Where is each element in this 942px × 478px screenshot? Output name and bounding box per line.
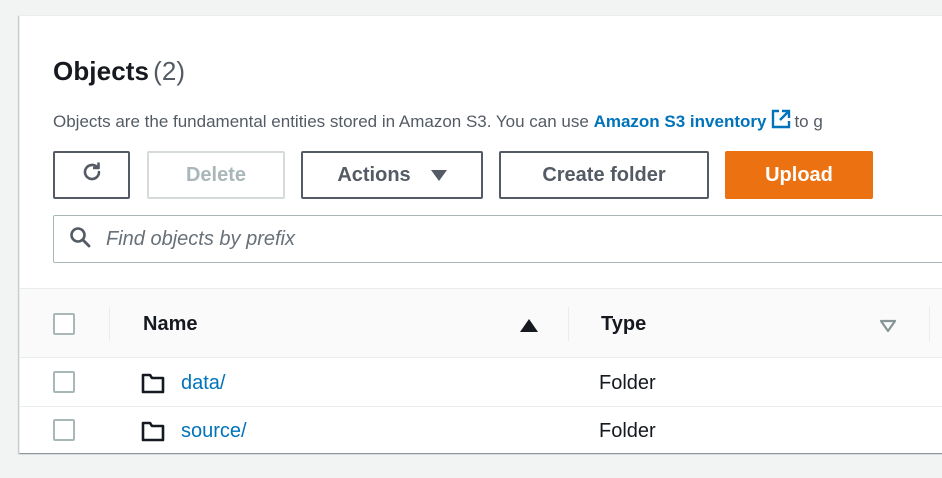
object-name-link[interactable]: source/ xyxy=(181,420,247,443)
search-bar xyxy=(53,215,942,263)
refresh-icon xyxy=(80,160,104,190)
objects-description: Objects are the fundamental entities sto… xyxy=(53,108,823,135)
sort-descending-icon[interactable] xyxy=(879,319,897,333)
objects-title: Objects xyxy=(53,56,150,86)
create-folder-button[interactable]: Create folder xyxy=(499,151,709,199)
object-name-link[interactable]: data/ xyxy=(181,372,225,395)
objects-count: (2) xyxy=(153,56,186,86)
upload-button[interactable]: Upload xyxy=(725,151,873,199)
sort-ascending-icon[interactable] xyxy=(520,319,538,332)
column-divider xyxy=(109,307,110,341)
column-divider xyxy=(568,307,569,341)
description-text: Objects are the fundamental entities sto… xyxy=(53,112,594,131)
s3-inventory-link[interactable]: Amazon S3 inventory xyxy=(594,112,767,131)
refresh-button[interactable] xyxy=(53,151,130,199)
row-checkbox[interactable] xyxy=(53,371,75,393)
column-header-name[interactable]: Name xyxy=(143,313,197,336)
table-header: Name Type xyxy=(20,288,942,358)
external-link-icon[interactable] xyxy=(770,108,792,135)
delete-button[interactable]: Delete xyxy=(147,151,285,199)
description-suffix: to g xyxy=(794,112,823,131)
page-title: Objects (2) xyxy=(53,56,185,87)
table-row: data/ Folder xyxy=(20,359,942,407)
object-type: Folder xyxy=(599,372,656,394)
actions-label: Actions xyxy=(337,163,411,186)
caret-down-icon xyxy=(430,169,447,181)
select-all-checkbox[interactable] xyxy=(53,313,75,335)
object-type: Folder xyxy=(599,420,656,442)
row-checkbox[interactable] xyxy=(53,419,75,441)
column-header-type[interactable]: Type xyxy=(601,313,646,336)
search-icon xyxy=(68,225,92,254)
actions-dropdown-button[interactable]: Actions xyxy=(301,151,483,199)
table-row: source/ Folder xyxy=(20,407,942,453)
folder-icon xyxy=(141,372,165,399)
column-divider xyxy=(929,307,930,341)
folder-icon xyxy=(141,420,165,447)
search-input[interactable] xyxy=(106,227,806,251)
objects-panel: Objects (2) Objects are the fundamental e… xyxy=(19,15,942,453)
